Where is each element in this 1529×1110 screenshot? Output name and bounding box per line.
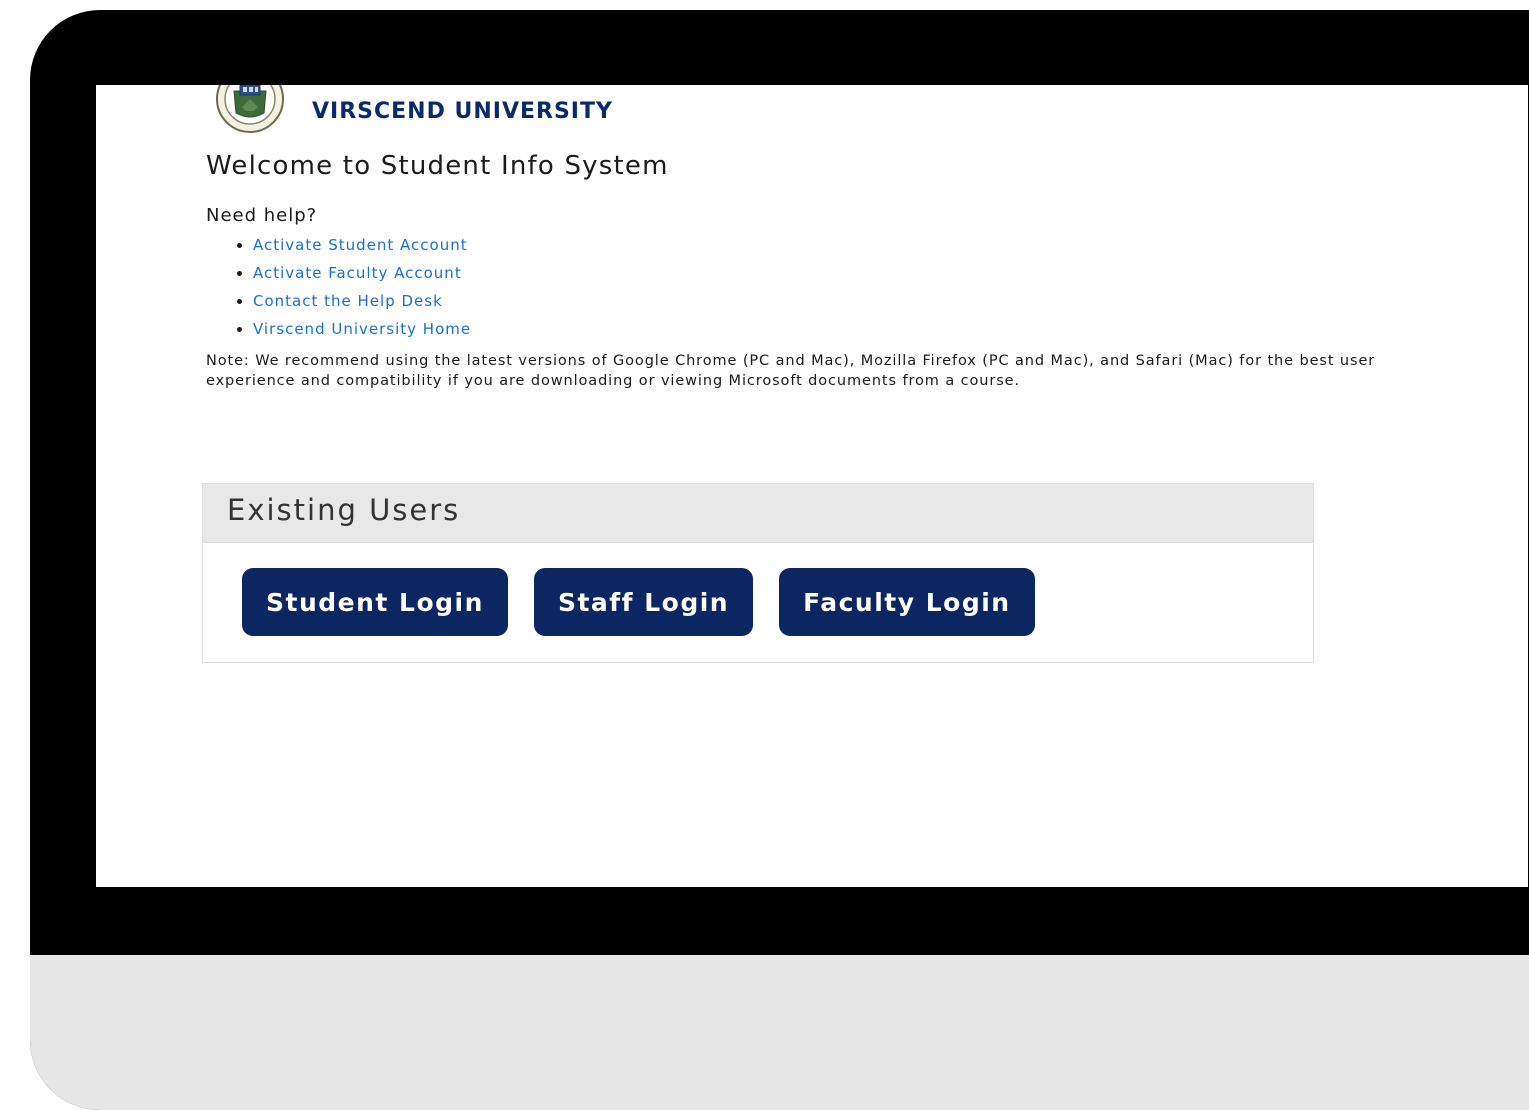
- screen: VIRSCEND UNIVERSITY Welcome to Student I…: [96, 85, 1528, 887]
- browser-note: Note: We recommend using the latest vers…: [206, 353, 1376, 389]
- device-chin: [30, 955, 1529, 1110]
- staff-login-button[interactable]: Staff Login: [533, 568, 754, 636]
- device-frame: VIRSCEND UNIVERSITY Welcome to Student I…: [30, 10, 1529, 1110]
- list-item: Activate Student Account: [253, 231, 471, 259]
- existing-users-header: Existing Users: [203, 484, 1313, 543]
- help-heading: Need help?: [206, 205, 318, 226]
- student-login-button[interactable]: Student Login: [242, 568, 508, 636]
- brand-header: VIRSCEND UNIVERSITY: [206, 85, 613, 133]
- contact-help-desk-link[interactable]: Contact the Help Desk: [253, 292, 443, 310]
- faculty-login-button[interactable]: Faculty Login: [779, 568, 1035, 636]
- login-buttons: Student Login Staff Login Faculty Login: [242, 568, 1035, 636]
- list-item: Activate Faculty Account: [253, 259, 471, 287]
- help-links-list: Activate Student Account Activate Facult…: [206, 231, 471, 343]
- existing-users-panel: Existing Users Student Login Staff Login…: [202, 483, 1314, 663]
- activate-faculty-account-link[interactable]: Activate Faculty Account: [253, 264, 462, 282]
- activate-student-account-link[interactable]: Activate Student Account: [253, 236, 468, 254]
- list-item: Contact the Help Desk: [253, 287, 471, 315]
- list-item: Virscend University Home: [253, 315, 471, 343]
- university-home-link[interactable]: Virscend University Home: [253, 320, 471, 338]
- brand-name: VIRSCEND UNIVERSITY: [312, 98, 613, 124]
- university-seal-icon: [216, 85, 284, 133]
- page-title: Welcome to Student Info System: [206, 151, 669, 181]
- existing-users-title: Existing Users: [227, 493, 461, 527]
